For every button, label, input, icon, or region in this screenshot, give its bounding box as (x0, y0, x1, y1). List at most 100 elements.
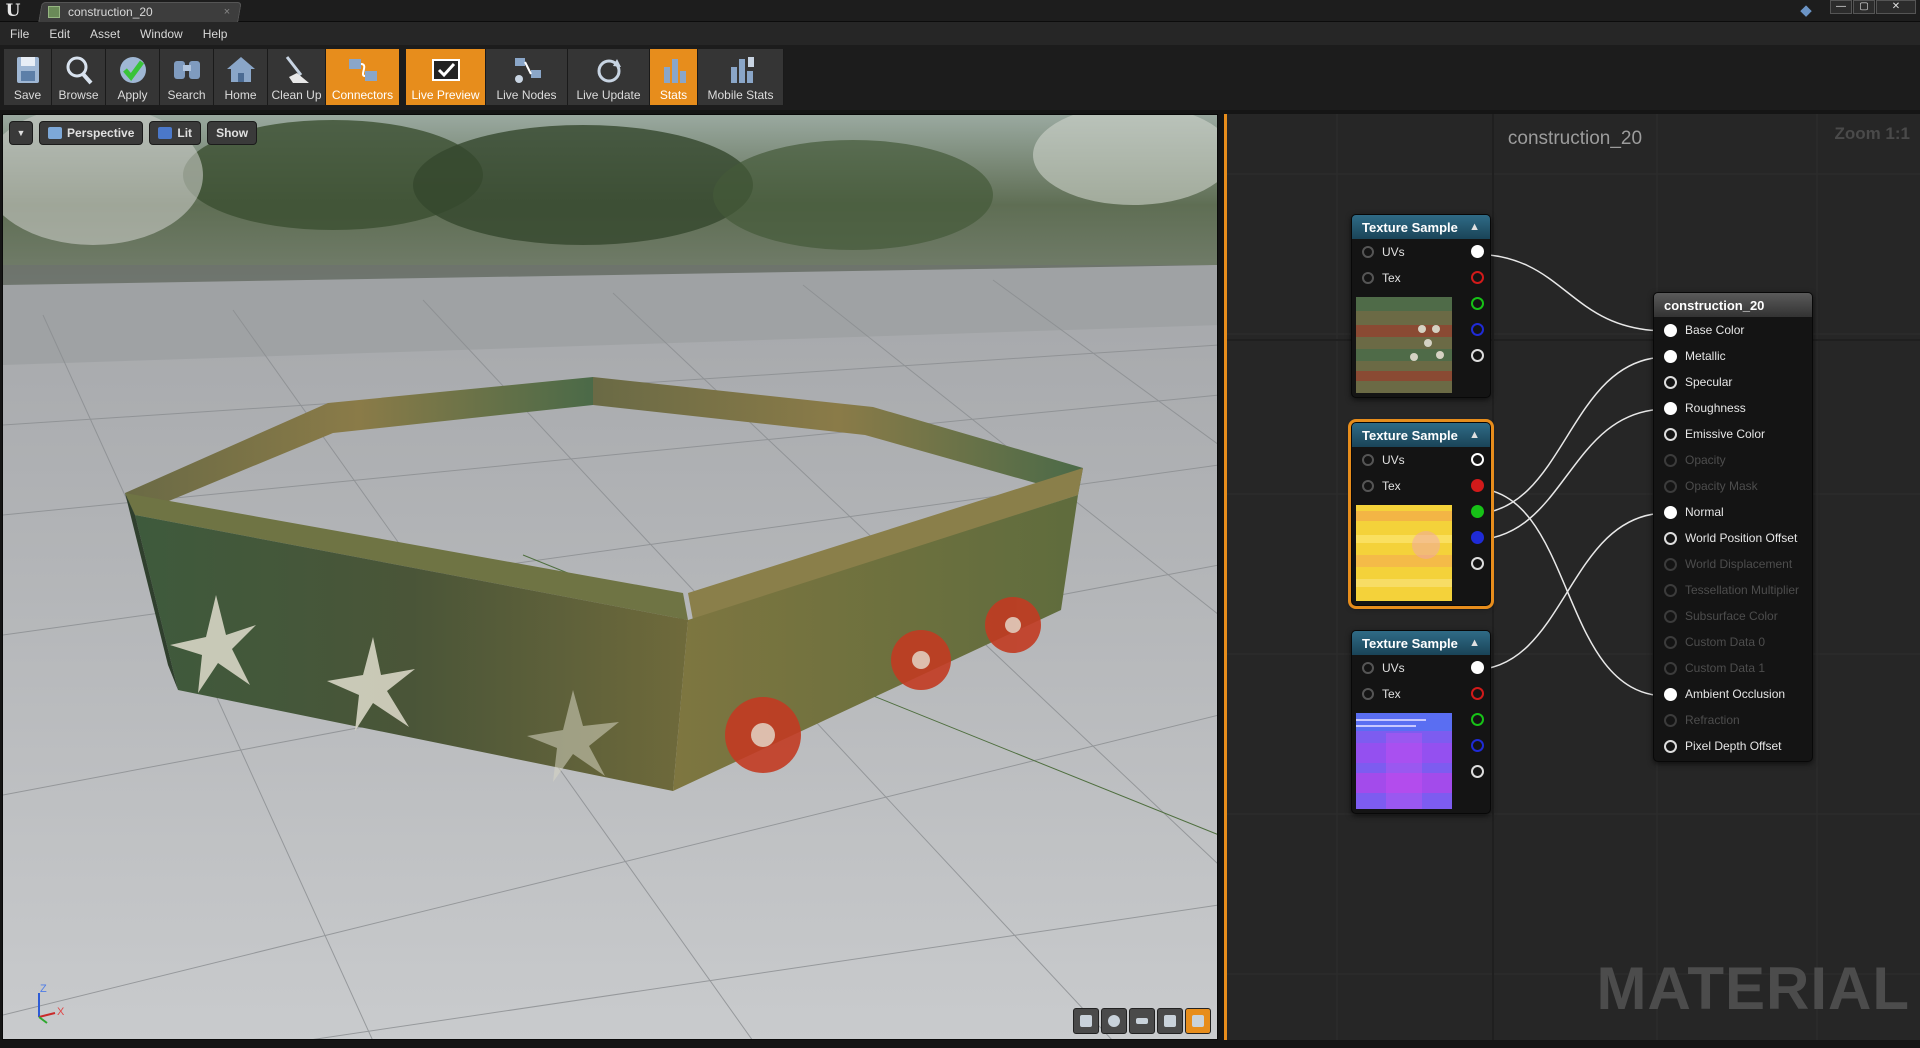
cube-preview-button[interactable] (1157, 1008, 1183, 1034)
viewport-options-button[interactable]: ▼ (9, 121, 33, 145)
texture-sample-node-mask[interactable]: Texture Sample ▲ UVs Tex (1348, 419, 1494, 609)
collapse-icon[interactable]: ▲ (1469, 429, 1480, 441)
input-pin-icon[interactable] (1664, 375, 1677, 389)
mobile-stats-button[interactable]: Mobile Stats (698, 49, 784, 105)
input-pin-icon[interactable] (1664, 401, 1677, 415)
input-pin-icon[interactable] (1664, 427, 1677, 441)
live-preview-button[interactable]: Live Preview (406, 49, 486, 105)
input-pin-icon[interactable] (1664, 739, 1677, 753)
red-output-pin[interactable] (1471, 479, 1484, 492)
minimize-button[interactable]: — (1830, 0, 1852, 14)
material-input-custom-data-0[interactable]: Custom Data 0 (1654, 629, 1812, 655)
preview-viewport[interactable]: ▼ Perspective Lit Show Z X (2, 114, 1218, 1040)
green-output-pin[interactable] (1471, 505, 1484, 518)
input-pin-icon[interactable] (1664, 687, 1677, 701)
input-pin-icon[interactable] (1664, 635, 1677, 649)
material-input-world-displacement[interactable]: World Displacement (1654, 551, 1812, 577)
material-input-metallic[interactable]: Metallic (1654, 343, 1812, 369)
red-output-pin[interactable] (1471, 271, 1484, 284)
node-header[interactable]: Texture Sample ▲ (1352, 215, 1490, 239)
input-pin-icon[interactable] (1362, 272, 1374, 284)
input-pin-icon[interactable] (1362, 246, 1374, 258)
clean-up-button[interactable]: Clean Up (268, 49, 326, 105)
uvs-pin-row[interactable]: UVs (1352, 447, 1490, 473)
rgb-output-pin[interactable] (1471, 453, 1484, 466)
input-pin-icon[interactable] (1664, 531, 1677, 545)
blue-output-pin[interactable] (1471, 531, 1484, 544)
lit-button[interactable]: Lit (149, 121, 202, 145)
input-pin-icon[interactable] (1362, 454, 1374, 466)
apply-button[interactable]: Apply (106, 49, 160, 105)
green-output-pin[interactable] (1471, 713, 1484, 726)
maximize-button[interactable]: ▢ (1853, 0, 1875, 14)
input-pin-icon[interactable] (1664, 479, 1677, 493)
material-input-subsurface-color[interactable]: Subsurface Color (1654, 603, 1812, 629)
texture-sample-node-normal[interactable]: Texture Sample ▲ UVs Tex (1351, 630, 1491, 814)
material-input-pixel-depth-offset[interactable]: Pixel Depth Offset (1654, 733, 1812, 759)
show-button[interactable]: Show (207, 121, 258, 145)
alpha-output-pin[interactable] (1471, 765, 1484, 778)
home-button[interactable]: Home (214, 49, 268, 105)
connectors-button[interactable]: Connectors (326, 49, 400, 105)
menu-asset[interactable]: Asset (90, 27, 120, 41)
tex-pin-row[interactable]: Tex (1352, 265, 1490, 291)
input-pin-icon[interactable] (1664, 583, 1677, 597)
uvs-pin-row[interactable]: UVs (1352, 239, 1490, 265)
input-pin-icon[interactable] (1664, 505, 1677, 519)
live-update-button[interactable]: Live Update (568, 49, 650, 105)
uvs-pin-row[interactable]: UVs (1352, 655, 1490, 681)
input-pin-icon[interactable] (1362, 662, 1374, 674)
material-input-opacity-mask[interactable]: Opacity Mask (1654, 473, 1812, 499)
material-result-node[interactable]: construction_20 Base Color Metallic Specul… (1653, 292, 1813, 762)
input-pin-icon[interactable] (1664, 349, 1677, 363)
close-tab-icon[interactable]: × (220, 6, 234, 18)
cylinder-preview-button[interactable] (1073, 1008, 1099, 1034)
stats-button[interactable]: Stats (650, 49, 698, 105)
material-graph-panel[interactable]: construction_20 Zoom 1:1 MATERIAL Textur… (1224, 114, 1920, 1040)
material-input-tessellation-multiplier[interactable]: Tessellation Multiplier (1654, 577, 1812, 603)
material-input-specular[interactable]: Specular (1654, 369, 1812, 395)
save-button[interactable]: Save (4, 49, 52, 105)
blue-output-pin[interactable] (1471, 739, 1484, 752)
menu-file[interactable]: File (10, 27, 29, 41)
sphere-preview-button[interactable] (1101, 1008, 1127, 1034)
material-input-normal[interactable]: Normal (1654, 499, 1812, 525)
input-pin-icon[interactable] (1664, 661, 1677, 675)
collapse-icon[interactable]: ▲ (1469, 221, 1480, 233)
input-pin-icon[interactable] (1362, 688, 1374, 700)
document-tab-content[interactable]: construction_20 × (48, 4, 234, 20)
menu-edit[interactable]: Edit (49, 27, 70, 41)
material-input-world-position-offset[interactable]: World Position Offset (1654, 525, 1812, 551)
rgb-output-pin[interactable] (1471, 245, 1484, 258)
input-pin-icon[interactable] (1664, 609, 1677, 623)
material-input-base-color[interactable]: Base Color (1654, 317, 1812, 343)
green-output-pin[interactable] (1471, 297, 1484, 310)
plane-preview-button[interactable] (1129, 1008, 1155, 1034)
material-input-opacity[interactable]: Opacity (1654, 447, 1812, 473)
close-window-button[interactable]: ✕ (1876, 0, 1916, 14)
node-header[interactable]: Texture Sample ▲ (1352, 631, 1490, 655)
menu-window[interactable]: Window (140, 27, 183, 41)
node-header[interactable]: Texture Sample ▲ (1352, 423, 1490, 447)
material-input-emissive-color[interactable]: Emissive Color (1654, 421, 1812, 447)
input-pin-icon[interactable] (1664, 323, 1677, 337)
perspective-button[interactable]: Perspective (39, 121, 144, 145)
search-button[interactable]: Search (160, 49, 214, 105)
collapse-icon[interactable]: ▲ (1469, 637, 1480, 649)
blue-output-pin[interactable] (1471, 323, 1484, 336)
browse-button[interactable]: Browse (52, 49, 106, 105)
alpha-output-pin[interactable] (1471, 349, 1484, 362)
tex-pin-row[interactable]: Tex (1352, 681, 1490, 707)
input-pin-icon[interactable] (1664, 557, 1677, 571)
red-output-pin[interactable] (1471, 687, 1484, 700)
custom-mesh-preview-button[interactable] (1185, 1008, 1211, 1034)
help-icon[interactable]: ◆ (1796, 1, 1816, 21)
input-pin-icon[interactable] (1664, 713, 1677, 727)
material-input-ambient-occlusion[interactable]: Ambient Occlusion (1654, 681, 1812, 707)
input-pin-icon[interactable] (1664, 453, 1677, 467)
live-nodes-button[interactable]: Live Nodes (486, 49, 568, 105)
material-node-header[interactable]: construction_20 (1654, 293, 1812, 317)
material-input-custom-data-1[interactable]: Custom Data 1 (1654, 655, 1812, 681)
texture-sample-node-basecolor[interactable]: Texture Sample ▲ UVs Tex (1351, 214, 1491, 398)
input-pin-icon[interactable] (1362, 480, 1374, 492)
